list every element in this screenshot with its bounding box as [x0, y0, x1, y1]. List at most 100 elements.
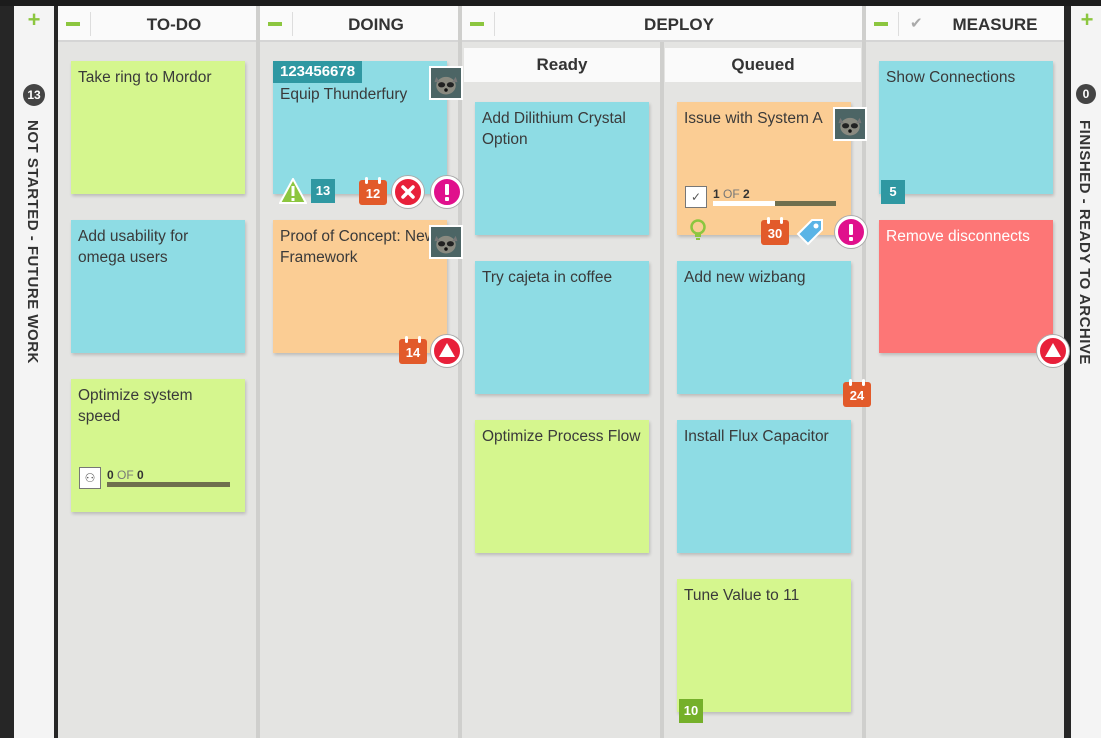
card-title: Proof of Concept: New Framework [280, 228, 436, 266]
header-separator [90, 12, 91, 36]
card-title: Install Flux Capacitor [684, 428, 829, 445]
progress-of: OF [723, 187, 740, 201]
lane-count-badge: 13 [23, 84, 45, 106]
add-card-plus-icon[interactable]: + [24, 9, 44, 31]
urgent-up-arrow-icon[interactable] [431, 335, 463, 367]
calendar-ring [418, 336, 421, 343]
calendar-ring [378, 177, 381, 184]
card-id-label: 123456678 [273, 61, 363, 83]
card-try-cajeta[interactable]: Try cajeta in coffee [475, 261, 649, 394]
header-separator [898, 12, 899, 36]
card-title: Show Connections [886, 69, 1016, 86]
card-show-connections[interactable]: Show Connections [879, 61, 1053, 194]
collapse-minus-icon[interactable] [66, 22, 80, 26]
progress-done: 0 [107, 468, 114, 482]
due-date-calendar-icon[interactable]: 30 [761, 217, 789, 245]
done-check-icon[interactable]: ✔ [910, 14, 923, 32]
column-title: MEASURE [952, 15, 1038, 34]
urgent-up-arrow-icon[interactable] [1037, 335, 1069, 367]
due-date-calendar-icon[interactable]: 12 [359, 177, 387, 205]
due-date-value: 24 [843, 382, 871, 407]
column-header-deploy: DEPLOY [462, 6, 862, 42]
card-title: Issue with System A [684, 110, 823, 127]
calendar-ring [405, 336, 408, 343]
lane-finished[interactable]: + 0 FINISHED - READY TO ARCHIVE [1071, 6, 1101, 738]
card-title: Tune Value to 11 [684, 587, 800, 604]
tag-icon[interactable] [794, 216, 826, 248]
collapse-minus-icon[interactable] [268, 22, 282, 26]
progress-done: 1 [713, 187, 720, 201]
card-remove-disconnects[interactable]: Remove disconnects [879, 220, 1053, 353]
progress-total: 2 [743, 187, 750, 201]
blocked-x-icon[interactable] [392, 176, 424, 208]
lane-label: FINISHED - READY TO ARCHIVE [1076, 120, 1093, 365]
calendar-ring [767, 217, 770, 224]
card-add-dilithium[interactable]: Add Dilithium Crystal Option [475, 102, 649, 235]
header-separator [494, 12, 495, 36]
due-date-value: 14 [399, 339, 427, 364]
task-progress[interactable]: ✓ 1 OF 2 [685, 184, 845, 212]
card-proof-of-concept[interactable]: Proof of Concept: New Framework [273, 220, 447, 353]
column-title: DOING [348, 15, 404, 34]
comment-count-badge[interactable]: 5 [881, 180, 905, 204]
subcolumn-ready-header: Ready [464, 48, 660, 82]
progress-bar [713, 201, 836, 206]
calendar-ring [780, 217, 783, 224]
column-title: TO-DO [146, 15, 202, 34]
card-title: Take ring to Mordor [78, 69, 212, 86]
card-optimize-speed[interactable]: Optimize system speed ⚇ 0 OF 0 [71, 379, 245, 512]
progress-total: 0 [137, 468, 144, 482]
avatar[interactable] [429, 225, 463, 259]
card-title: Equip Thunderfury [280, 86, 408, 103]
task-tree-icon: ⚇ [79, 467, 101, 489]
card-add-wizbang[interactable]: Add new wizbang [677, 261, 851, 394]
task-check-icon: ✓ [685, 186, 707, 208]
card-title: Add Dilithium Crystal Option [482, 110, 626, 148]
card-add-usability[interactable]: Add usability for omega users [71, 220, 245, 353]
comment-count-badge[interactable]: 10 [679, 699, 703, 723]
task-progress[interactable]: ⚇ 0 OF 0 [79, 465, 239, 493]
idea-bulb-icon[interactable] [689, 219, 707, 243]
card-take-ring[interactable]: Take ring to Mordor [71, 61, 245, 194]
kanban-board: + 13 NOT STARTED - FUTURE WORK TO-DO DOI… [0, 0, 1101, 738]
add-card-plus-icon[interactable]: + [1077, 9, 1097, 31]
card-title: Try cajeta in coffee [482, 269, 613, 286]
lane-label: NOT STARTED - FUTURE WORK [24, 120, 41, 364]
card-title: Optimize system speed [78, 387, 193, 425]
collapse-minus-icon[interactable] [470, 22, 484, 26]
due-date-calendar-icon[interactable]: 24 [843, 379, 871, 407]
column-title: DEPLOY [644, 15, 714, 34]
card-title: Optimize Process Flow [482, 428, 641, 445]
column-header-measure: ✔ MEASURE [866, 6, 1064, 42]
card-equip-thunderfury[interactable]: 123456678 Equip Thunderfury [273, 61, 447, 194]
progress-of: OF [117, 468, 134, 482]
lane-not-started[interactable]: + 13 NOT STARTED - FUTURE WORK [14, 6, 54, 738]
column-header-doing: DOING [260, 6, 458, 42]
due-date-value: 12 [359, 180, 387, 205]
card-optimize-process[interactable]: Optimize Process Flow [475, 420, 649, 553]
calendar-ring [365, 177, 368, 184]
priority-exclamation-icon[interactable] [835, 216, 867, 248]
calendar-ring [862, 379, 865, 386]
progress-fill [713, 201, 775, 206]
card-install-flux[interactable]: Install Flux Capacitor [677, 420, 851, 553]
progress-bar [107, 482, 230, 487]
header-separator [292, 12, 293, 36]
due-date-calendar-icon[interactable]: 14 [399, 336, 427, 364]
column-header-todo: TO-DO [58, 6, 256, 42]
subcolumn-queued-header: Queued [665, 48, 861, 82]
due-date-value: 30 [761, 220, 789, 245]
calendar-ring [849, 379, 852, 386]
subcolumn-divider [660, 42, 664, 738]
avatar[interactable] [833, 107, 867, 141]
card-title: Remove disconnects [886, 228, 1030, 245]
lane-count-badge: 0 [1076, 84, 1096, 104]
warning-icon[interactable] [279, 178, 307, 204]
card-tune-value[interactable]: Tune Value to 11 [677, 579, 851, 712]
collapse-minus-icon[interactable] [874, 22, 888, 26]
comment-count-badge[interactable]: 13 [311, 179, 335, 203]
card-title: Add new wizbang [684, 269, 806, 286]
card-title: Add usability for omega users [78, 228, 189, 266]
priority-exclamation-icon[interactable] [431, 176, 463, 208]
avatar[interactable] [429, 66, 463, 100]
